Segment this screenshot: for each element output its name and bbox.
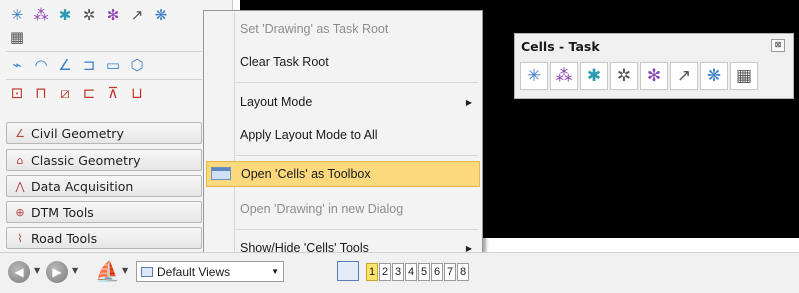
replace-cell-icon[interactable]: ↗ [128, 6, 146, 24]
chevron-down-icon[interactable]: ▼ [72, 266, 78, 275]
multi-cell-icon[interactable]: ❋ [152, 6, 170, 24]
drawing-tool-row-2: ⊡ ⊓ ⧄ ⊏ ⊼ ⊔ [8, 84, 146, 102]
view-button-1[interactable]: 1 [366, 263, 378, 281]
select-place-icon[interactable]: ✱ [56, 6, 74, 24]
submenu-arrow-icon: ▶ [465, 97, 472, 107]
menu-separator [236, 229, 478, 230]
views-dropdown-value: Default Views [157, 264, 231, 279]
cell-matrix-icon[interactable]: ⁂ [550, 62, 578, 90]
back-icon[interactable]: ◀ [8, 261, 30, 283]
menu-item-label: Set 'Drawing' as Task Root [240, 22, 389, 36]
chevron-down-icon: ▼ [271, 267, 279, 276]
view-navigation-bar: ◀ ▼ ▶ ▼ ⛵ ▼ Default Views ▼ 1 2 3 4 5 6 … [0, 252, 799, 293]
toolbox-icons: ✳ ⁂ ✱ ✲ ✻ ↗ ❋ ▦ [520, 62, 758, 90]
table-tool-row: ▦ [8, 28, 26, 46]
line-icon[interactable]: ⌁ [8, 56, 26, 74]
arc-icon[interactable]: ◠ [32, 56, 50, 74]
view-button-8[interactable]: 8 [457, 263, 469, 281]
place-cell-icon[interactable]: ✳ [8, 6, 26, 24]
dtm-tools-icon: ⊕ [15, 205, 25, 219]
views-dropdown[interactable]: Default Views ▼ [136, 261, 284, 282]
select-place-icon[interactable]: ✱ [580, 62, 608, 90]
place-cell-icon[interactable]: ✳ [520, 62, 548, 90]
category-label: Civil Geometry [31, 125, 124, 141]
category-label: DTM Tools [31, 204, 94, 220]
divider [6, 51, 202, 52]
close-icon[interactable]: ⊠ [771, 39, 785, 52]
height-icon[interactable]: ⊼ [104, 84, 122, 102]
ortho-icon[interactable]: ⊏ [80, 84, 98, 102]
rect-icon[interactable]: ▭ [104, 56, 122, 74]
identify-cell-icon[interactable]: ✻ [640, 62, 668, 90]
menu-item-label: Clear Task Root [240, 55, 329, 69]
view-button-2[interactable]: 2 [379, 263, 391, 281]
angle-icon[interactable]: ∠ [56, 56, 74, 74]
task-panel: ✳ ⁂ ✱ ✲ ✻ ↗ ❋ ▦ ⌁ ◠ ∠ ⊐ ▭ ⬡ ⊡ ⊓ ⧄ ⊏ ⊼ ⊔ … [0, 0, 233, 252]
data-acquisition-icon: ⋀ [15, 179, 25, 193]
beam-icon[interactable]: ⊐ [80, 56, 98, 74]
multi-cell-icon[interactable]: ❋ [700, 62, 728, 90]
replace-cell-icon[interactable]: ↗ [670, 62, 698, 90]
category-label: Data Acquisition [31, 178, 134, 194]
road-tools-icon: ⌇ [17, 231, 23, 245]
view-button-6[interactable]: 6 [431, 263, 443, 281]
classic-geometry-icon: ⌂ [16, 153, 24, 167]
context-menu: Set 'Drawing' as Task Root Clear Task Ro… [203, 10, 483, 265]
menu-separator [236, 82, 478, 83]
category-classic-geometry[interactable]: ⌂ Classic Geometry [6, 149, 202, 171]
view-button-5[interactable]: 5 [418, 263, 430, 281]
category-data-acquisition[interactable]: ⋀ Data Acquisition [6, 175, 202, 197]
menu-separator [236, 155, 478, 156]
table-icon[interactable]: ▦ [730, 62, 758, 90]
civil-geometry-icon: ∠ [15, 126, 25, 140]
cells-task-toolbox: Cells - Task ⊠ ✳ ⁂ ✱ ✲ ✻ ↗ ❋ ▦ [514, 33, 794, 99]
frame-icon[interactable]: ⊡ [8, 84, 26, 102]
chevron-down-icon[interactable]: ▼ [122, 266, 128, 275]
identify-cell-icon[interactable]: ✻ [104, 6, 122, 24]
view-groups-icon[interactable] [337, 261, 359, 281]
menu-item-open-in-dialog[interactable]: Open 'Drawing' in new Dialog [206, 196, 480, 222]
toolbox-window-icon [211, 167, 231, 180]
menu-item-apply-layout-mode[interactable]: Apply Layout Mode to All [206, 122, 480, 148]
forward-icon[interactable]: ▶ [46, 261, 68, 283]
views-icon [141, 266, 153, 277]
define-origin-icon[interactable]: ✲ [80, 6, 98, 24]
view-button-7[interactable]: 7 [444, 263, 456, 281]
table-icon[interactable]: ▦ [8, 28, 26, 46]
category-dtm-tools[interactable]: ⊕ DTM Tools [6, 201, 202, 223]
menu-item-label: Layout Mode [240, 95, 313, 109]
view-button-4[interactable]: 4 [405, 263, 417, 281]
menu-item-label: Open 'Cells' as Toolbox [241, 167, 371, 181]
menu-item-clear-task-root[interactable]: Clear Task Root [206, 49, 480, 75]
divider [6, 79, 202, 80]
category-road-tools[interactable]: ⌇ Road Tools [6, 227, 202, 249]
menu-item-layout-mode[interactable]: Layout Mode ▶ [206, 89, 480, 115]
menu-item-label: Apply Layout Mode to All [240, 128, 378, 142]
category-label: Road Tools [31, 230, 98, 246]
category-label: Classic Geometry [31, 152, 141, 168]
toolbox-title: Cells - Task [521, 39, 600, 54]
category-civil-geometry[interactable]: ∠ Civil Geometry [6, 122, 202, 144]
drawing-tool-row-1: ⌁ ◠ ∠ ⊐ ▭ ⬡ [8, 56, 146, 74]
box-icon[interactable]: ⊔ [128, 84, 146, 102]
view-tool-icon[interactable]: ⛵ [95, 259, 120, 283]
cells-tool-row: ✳ ⁂ ✱ ✲ ✻ ↗ ❋ [8, 6, 170, 24]
solid-icon[interactable]: ⬡ [128, 56, 146, 74]
chevron-down-icon[interactable]: ▼ [34, 266, 40, 275]
dimension-icon[interactable]: ⧄ [56, 84, 74, 102]
bracket-icon[interactable]: ⊓ [32, 84, 50, 102]
menu-item-label: Open 'Drawing' in new Dialog [240, 202, 404, 216]
cell-matrix-icon[interactable]: ⁂ [32, 6, 50, 24]
menu-item-set-task-root[interactable]: Set 'Drawing' as Task Root [206, 16, 480, 42]
view-button-3[interactable]: 3 [392, 263, 404, 281]
menu-item-open-as-toolbox[interactable]: Open 'Cells' as Toolbox [206, 161, 480, 187]
define-origin-icon[interactable]: ✲ [610, 62, 638, 90]
